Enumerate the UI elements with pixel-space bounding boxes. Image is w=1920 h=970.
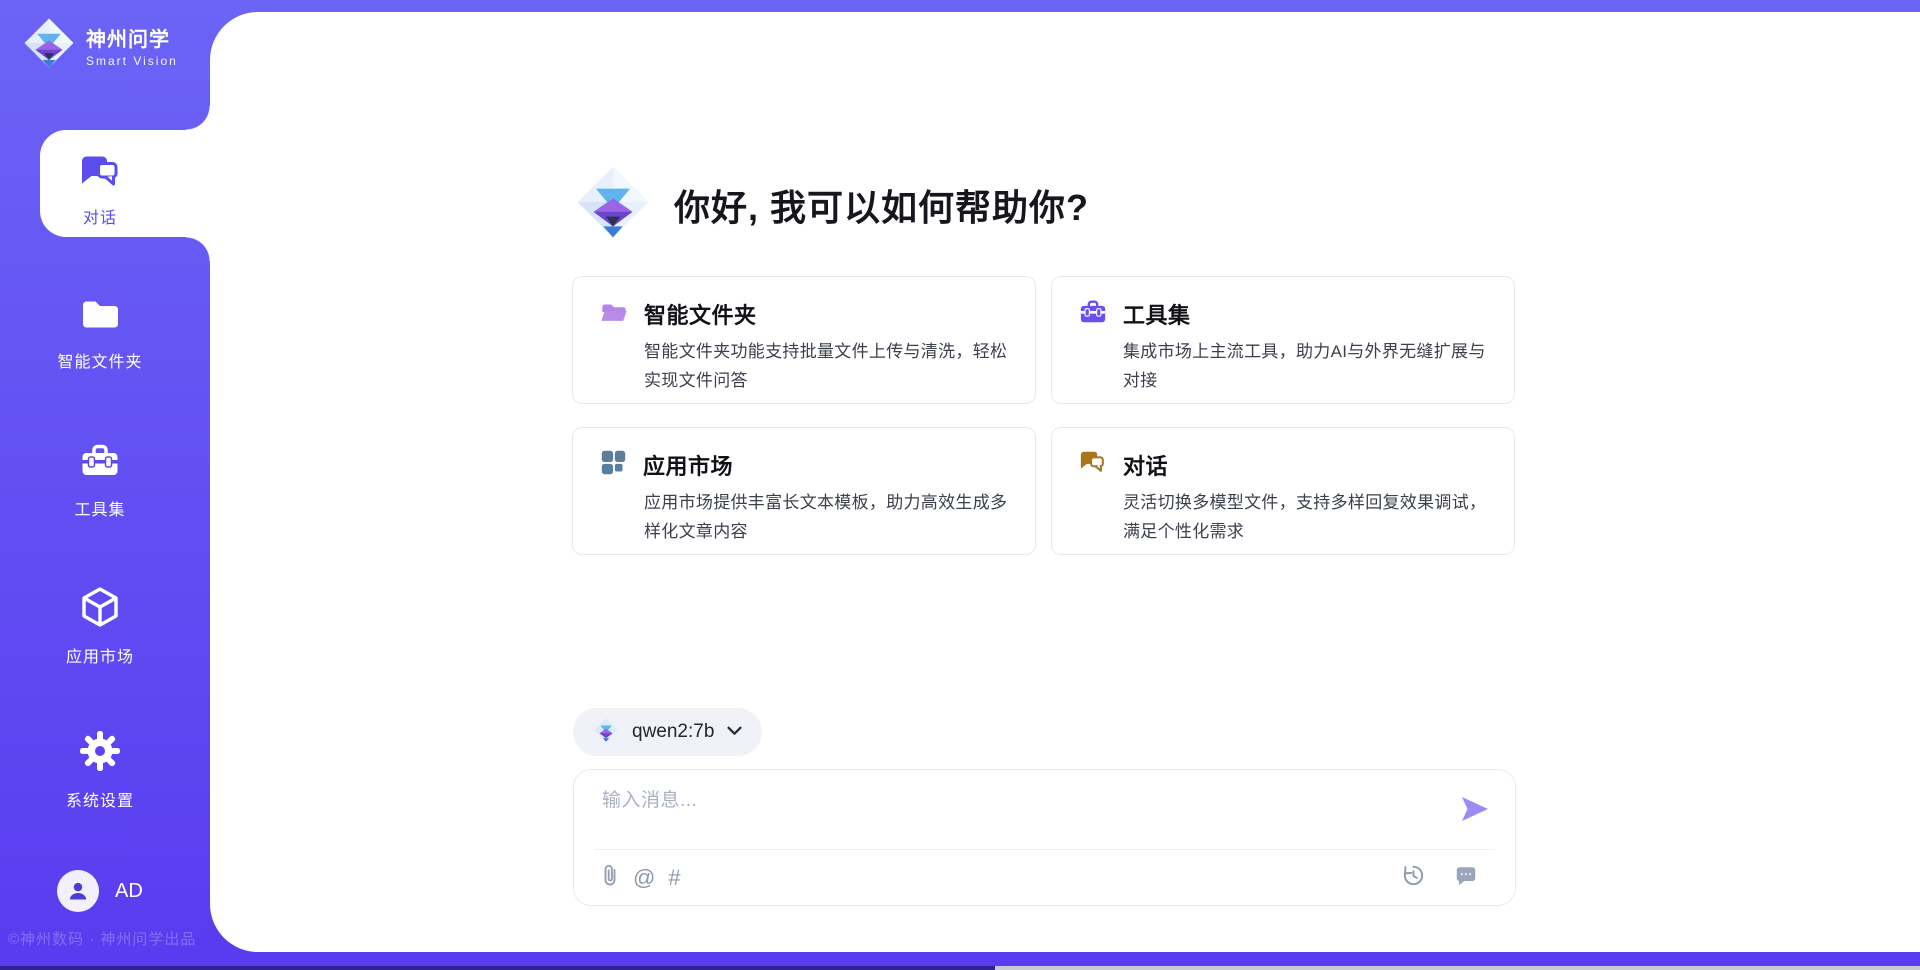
card-toolset[interactable]: 工具集 集成市场上主流工具，助力AI与外界无缝扩展与对接 [1051,276,1515,404]
card-description: 灵活切换多模型文件，支持多样回复效果调试，满足个性化需求 [1123,488,1491,546]
window-bottom-edge [995,966,1920,970]
feature-cards: 智能文件夹 智能文件夹功能支持批量文件上传与清洗，轻松实现文件问答 工具集 集成… [572,276,1515,555]
conversation-button[interactable] [1454,864,1478,893]
brand-name-cn: 神州问学 [86,23,178,52]
sidebar: 神州问学 Smart Vision 对话 [0,0,210,970]
sidebar-item-toolset[interactable]: 工具集 [0,440,200,520]
model-name: qwen2:7b [632,721,714,743]
diamond-logo-icon [574,163,652,246]
message-input[interactable] [602,785,1462,843]
paperclip-icon [600,862,620,895]
sidebar-item-label: 系统设置 [66,787,134,811]
card-description: 集成市场上主流工具，助力AI与外界无缝扩展与对接 [1123,337,1491,395]
briefcase-icon [1079,298,1107,330]
cube-icon [78,585,122,634]
chat-bubbles-icon [1079,449,1107,481]
history-icon [1401,863,1426,894]
card-title: 应用市场 [643,449,733,481]
card-chat[interactable]: 对话 灵活切换多模型文件，支持多样回复效果调试，满足个性化需求 [1051,427,1515,555]
greeting-title: 你好, 我可以如何帮助你? [674,179,1089,231]
card-smart-folder[interactable]: 智能文件夹 智能文件夹功能支持批量文件上传与清洗，轻松实现文件问答 [572,276,1036,404]
message-composer: @ # [573,769,1516,906]
comment-icon [1454,864,1478,893]
folder-icon [78,294,122,339]
card-app-market[interactable]: 应用市场 应用市场提供丰富长文本模板，助力高效生成多样化文章内容 [572,427,1036,555]
gear-icon [78,729,122,778]
mention-button[interactable]: @ [633,865,655,891]
user-avatar-icon [57,870,99,912]
app-window: 神州问学 Smart Vision 对话 [0,0,1920,970]
model-selector[interactable]: qwen2:7b [573,708,762,756]
sidebar-item-chat[interactable]: 对话 [0,150,200,228]
toolbox-icon [78,440,122,487]
hash-icon: # [668,865,680,891]
send-button[interactable] [1459,794,1491,824]
sidebar-item-smart-folder[interactable]: 智能文件夹 [0,294,200,372]
diamond-logo-icon [22,16,76,75]
sidebar-item-label: 应用市场 [66,643,134,667]
card-description: 应用市场提供丰富长文本模板，助力高效生成多样化文章内容 [644,488,1012,546]
composer-divider [594,849,1495,850]
user-account[interactable]: AD [57,870,143,912]
composer-toolbar: @ # [600,860,1491,896]
chat-bubbles-icon [78,150,122,195]
brand-logo: 神州问学 Smart Vision [22,16,178,75]
card-title: 工具集 [1123,298,1191,330]
topic-button[interactable]: # [668,865,680,891]
chevron-down-icon [727,723,742,741]
sidebar-item-label: 智能文件夹 [57,348,142,372]
copyright-footer: ©神州数码 · 神州问学出品 [8,928,196,949]
history-button[interactable] [1401,863,1426,894]
card-title: 对话 [1123,449,1168,481]
sidebar-item-label: 工具集 [74,496,125,520]
app-grid-icon [600,449,627,481]
open-folder-icon [600,299,628,329]
sidebar-item-settings[interactable]: 系统设置 [0,729,200,811]
sidebar-item-label: 对话 [83,204,117,228]
attach-file-button[interactable] [600,862,620,895]
brand-name-en: Smart Vision [86,54,178,68]
card-description: 智能文件夹功能支持批量文件上传与清洗，轻松实现文件问答 [644,337,1012,395]
at-icon: @ [633,865,655,891]
user-name: AD [115,880,143,903]
greeting-header: 你好, 我可以如何帮助你? [574,163,1089,246]
card-title: 智能文件夹 [644,298,757,330]
sidebar-item-app-market[interactable]: 应用市场 [0,585,200,667]
diamond-logo-icon [593,717,619,748]
